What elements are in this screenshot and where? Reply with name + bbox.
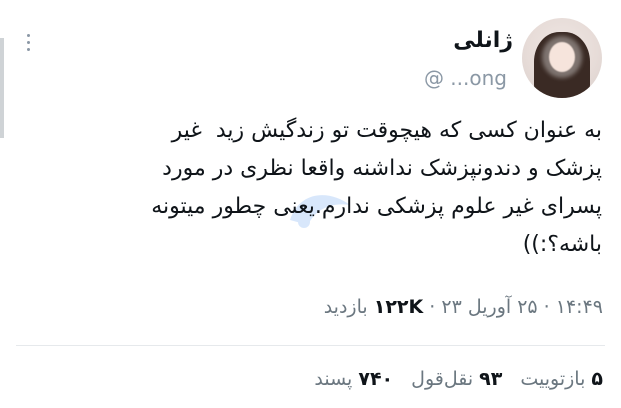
divider [16,345,605,346]
likes-count: ۷۴۰ [358,368,394,390]
quotes-label: نقل‌قول [411,368,474,390]
retweets-count: ۵ [591,368,603,390]
tweet-date[interactable]: ۲۵ آوریل ۲۳ [441,296,537,318]
retweets-stat[interactable]: ۵بازتوییت [520,368,603,390]
quotes-count: ۹۳ [479,368,503,390]
author-display-name[interactable]: ژانلی [453,28,513,53]
scroll-indicator [0,38,4,138]
separator: · [423,296,436,318]
avatar-blur [542,36,582,78]
engagement-stats: ۵بازتوییت ۹۳نقل‌قول ۷۴۰پسند [314,368,603,390]
dot [26,41,30,44]
likes-stat[interactable]: ۷۴۰پسند [314,368,393,390]
quotes-stat[interactable]: ۹۳نقل‌قول [411,368,502,390]
views-count: ۱۲۲K [373,296,424,318]
author-handle-text: @ ...ong [423,66,507,90]
dot [26,34,30,37]
separator: · [537,296,550,318]
more-options-icon[interactable] [22,34,34,51]
tweet-text: به عنوان کسی که هیچوقت تو زندگیش زید غیر… [151,118,602,257]
likes-label: پسند [314,368,353,390]
tweet-time: ۱۴:۴۹ [555,296,603,318]
tweet-meta: ۱۴:۴۹ · ۲۵ آوریل ۲۳ · ۱۲۲K بازدید [324,296,603,318]
dot [26,48,30,51]
author-handle[interactable]: @ ...ong [424,66,507,90]
avatar[interactable] [522,18,602,98]
views-label: بازدید [323,296,368,318]
retweets-label: بازتوییت [520,368,586,390]
